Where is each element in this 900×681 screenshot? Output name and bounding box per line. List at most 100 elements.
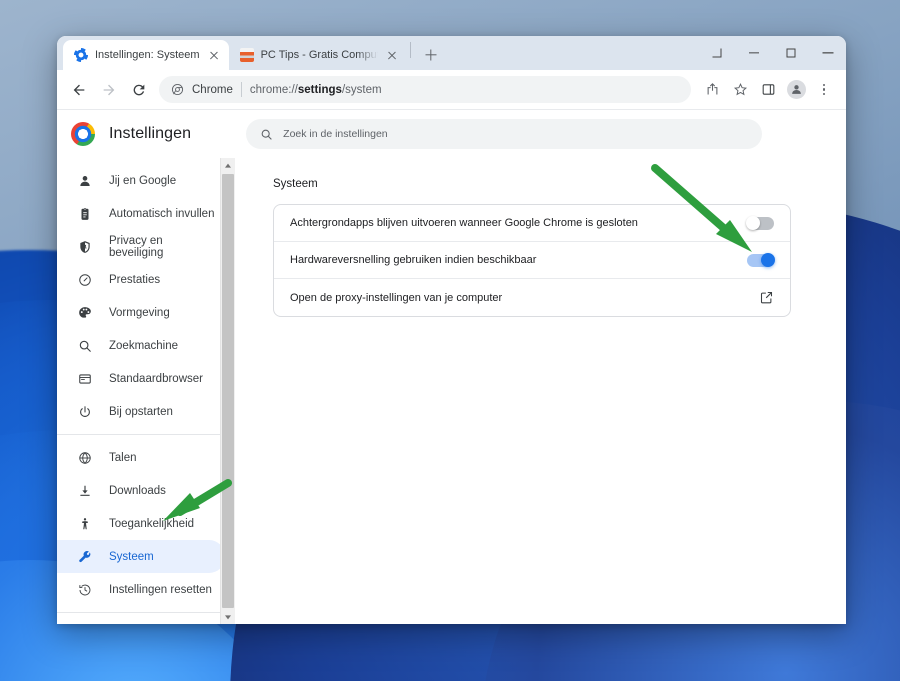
sidebar-item-label: Standaardbrowser (109, 372, 203, 385)
power-icon (77, 404, 92, 419)
sidebar-item-instellingen-resetten[interactable]: Instellingen resetten (57, 573, 225, 606)
browser-toolbar: Chrome chrome://settings/system (57, 70, 846, 109)
profile-avatar[interactable] (783, 77, 809, 103)
url-suffix: /system (341, 83, 382, 96)
toggle-knob (746, 216, 760, 230)
sidebar-scrollbar[interactable] (220, 158, 235, 624)
setting-row-hardware-acceleration[interactable]: Hardwareversnelling gebruiken indien bes… (274, 242, 790, 279)
sidebar-item-label: Zoekmachine (109, 339, 179, 352)
section-title: Systeem (273, 178, 318, 190)
sidebar-item-systeem[interactable]: Systeem (57, 540, 225, 573)
history-restore-icon (77, 582, 92, 597)
address-bar[interactable]: Chrome chrome://settings/system (159, 76, 691, 103)
chrome-browser-window: Instellingen: Systeem PC Tips - Gratis C… (57, 36, 846, 624)
sidebar-item-label: Automatisch invullen (109, 207, 215, 220)
sidebar-item-zoekmachine[interactable]: Zoekmachine (57, 329, 225, 362)
setting-row-background-apps[interactable]: Achtergrondapps blijven uitvoeren wannee… (274, 205, 790, 242)
sidebar-item-label: Prestaties (109, 273, 161, 286)
settings-content: Systeem Achtergrondapps blijven uitvoere… (235, 158, 846, 624)
external-link-icon[interactable] (759, 290, 774, 305)
omnibox-url: chrome://settings/system (250, 84, 382, 96)
sidebar-item-label: Toegankelijkheid (109, 517, 195, 530)
sidebar-item-automatisch-invullen[interactable]: Automatisch invullen (57, 197, 225, 230)
tab-instellingen-systeem[interactable]: Instellingen: Systeem (63, 40, 229, 70)
palette-icon (77, 305, 92, 320)
hardware-acceleration-toggle[interactable] (747, 253, 775, 267)
background-apps-toggle[interactable] (746, 216, 774, 230)
settings-header: Instellingen (57, 110, 846, 158)
star-icon[interactable] (727, 77, 753, 103)
wrench-icon (77, 549, 92, 564)
search-input[interactable] (283, 128, 749, 140)
settings-body: Jij en Google Automatisch invullen Priva… (57, 158, 846, 624)
chrome-icon (171, 83, 184, 96)
tab-search-icon[interactable] (698, 36, 735, 70)
close-icon[interactable] (207, 48, 222, 63)
sidebar-item-label: Downloads (109, 484, 166, 497)
sidebar-item-privacy-en-beveiliging[interactable]: Privacy en beveiliging (57, 230, 225, 263)
maximize-button[interactable] (772, 36, 809, 70)
person-icon (77, 173, 92, 188)
sidebar-item-extensies[interactable]: Extensies (57, 619, 225, 624)
toggle-knob (761, 253, 775, 267)
search-icon (77, 338, 92, 353)
window-controls (698, 36, 846, 70)
minimize-button[interactable] (735, 36, 772, 70)
side-panel-icon[interactable] (755, 77, 781, 103)
pctips-icon (239, 48, 254, 62)
sidebar-item-bij-opstarten[interactable]: Bij opstarten (57, 395, 225, 428)
sidebar-item-talen[interactable]: Talen (57, 441, 225, 474)
tab-pc-tips[interactable]: PC Tips - Gratis Computer Tips, i (229, 40, 407, 70)
url-prefix: chrome:// (249, 83, 298, 96)
share-icon[interactable] (699, 77, 725, 103)
sidebar-item-label: Privacy en beveiliging (109, 234, 164, 259)
forward-icon[interactable] (95, 76, 123, 104)
sidebar-item-toegankelijkheid[interactable]: Toegankelijkheid (57, 507, 225, 540)
tab-title: PC Tips - Gratis Computer Tips, i (260, 49, 378, 61)
back-icon[interactable] (65, 76, 93, 104)
settings-search-box[interactable] (246, 119, 763, 149)
setting-label: Achtergrondapps blijven uitvoeren wannee… (290, 217, 638, 229)
clipboard-icon (77, 206, 92, 221)
tab-title: Instellingen: Systeem (95, 49, 200, 61)
search-icon (261, 129, 272, 140)
sidebar-item-label: Instellingen resetten (109, 583, 212, 596)
reload-icon[interactable] (125, 76, 153, 104)
tab-divider (409, 42, 411, 58)
settings-sidebar: Jij en Google Automatisch invullen Priva… (57, 158, 235, 624)
tab-strip: Instellingen: Systeem PC Tips - Gratis C… (57, 36, 846, 70)
omnibox-divider (240, 82, 242, 97)
browser-window-icon (77, 371, 92, 386)
sidebar-nav-list: Jij en Google Automatisch invullen Priva… (57, 164, 235, 624)
close-window-button[interactable] (809, 36, 846, 70)
scroll-up-arrow-icon[interactable] (221, 158, 235, 173)
scroll-down-arrow-icon[interactable] (221, 609, 235, 624)
setting-row-proxy-settings[interactable]: Open de proxy-instellingen van je comput… (274, 279, 790, 316)
globe-icon (77, 450, 92, 465)
three-dot-menu[interactable] (811, 77, 837, 103)
scrollbar-thumb[interactable] (222, 174, 234, 608)
accessibility-icon (77, 516, 92, 531)
sidebar-item-label: Systeem (109, 550, 154, 563)
sidebar-item-label: Vormgeving (109, 306, 170, 319)
sidebar-item-jij-en-google[interactable]: Jij en Google (57, 164, 225, 197)
sidebar-divider (57, 434, 235, 435)
close-icon[interactable] (385, 48, 400, 63)
new-tab-button[interactable] (418, 42, 444, 68)
sidebar-divider (57, 612, 235, 613)
sidebar-item-label: Talen (109, 451, 137, 464)
sidebar-item-standaardbrowser[interactable]: Standaardbrowser (57, 362, 225, 395)
gear-icon (74, 48, 88, 62)
download-icon (77, 483, 92, 498)
sidebar-item-prestaties[interactable]: Prestaties (57, 263, 225, 296)
chrome-logo-icon (71, 122, 95, 146)
setting-label: Hardwareversnelling gebruiken indien bes… (290, 254, 537, 266)
setting-label: Open de proxy-instellingen van je comput… (290, 291, 503, 304)
speedometer-icon (77, 272, 92, 287)
omnibox-chip-label: Chrome (192, 83, 233, 96)
shield-icon (77, 239, 92, 254)
sidebar-item-vormgeving[interactable]: Vormgeving (57, 296, 225, 329)
url-bold-segment: settings (297, 83, 342, 96)
sidebar-item-downloads[interactable]: Downloads (57, 474, 225, 507)
search-wrapper (191, 119, 846, 149)
